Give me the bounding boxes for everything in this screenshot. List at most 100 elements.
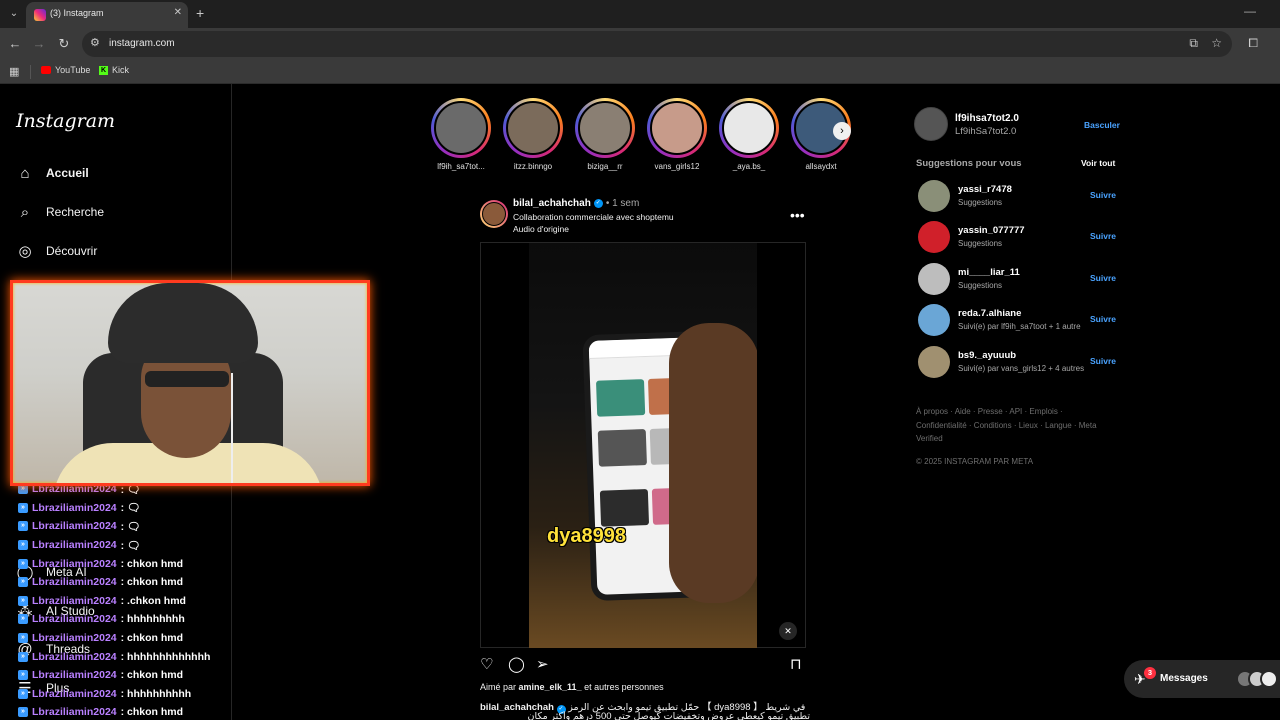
omnibox[interactable]: ⚙ instagram.com ⧉ ☆ bbox=[82, 31, 1232, 57]
verified-badge-icon: ✓ bbox=[593, 199, 603, 208]
messages-label: Messages bbox=[1160, 673, 1208, 684]
install-app-icon[interactable]: ⧉ bbox=[1189, 36, 1198, 51]
switch-account-link[interactable]: Basculer bbox=[1084, 120, 1120, 130]
suggestion-username[interactable]: yassi_r7478 bbox=[958, 184, 1012, 195]
story-item[interactable]: vans_girls12 bbox=[646, 98, 708, 171]
sidebar-item-search[interactable]: ⌕ Recherche bbox=[16, 203, 104, 221]
forward-arrow-icon[interactable]: → bbox=[31, 36, 47, 51]
chat-line: » Lbraziliamin2024: chkon hmd bbox=[18, 666, 238, 685]
bookmark-kick[interactable]: K Kick bbox=[99, 65, 129, 75]
suggestion-username[interactable]: reda.7.alhiane bbox=[958, 308, 1021, 319]
chat-username: Lbraziliamin2024 bbox=[32, 706, 117, 719]
browser-tab[interactable]: (3) Instagram ✕ bbox=[26, 2, 188, 28]
suggestion-avatar[interactable] bbox=[918, 221, 950, 253]
chat-username: Lbraziliamin2024 bbox=[32, 539, 117, 552]
footer-links[interactable]: À propos · Aide · Presse · API · Emplois… bbox=[916, 405, 1106, 446]
extensions-icon[interactable]: ⧠ bbox=[1248, 36, 1258, 51]
reload-icon[interactable]: ↻ bbox=[56, 36, 72, 52]
chat-message: : chkon hmd bbox=[120, 669, 184, 682]
chat-badge-icon: » bbox=[18, 577, 28, 588]
messages-button[interactable]: ✈ 3 Messages bbox=[1124, 660, 1280, 698]
chat-badge-icon: » bbox=[18, 595, 28, 606]
post-collab-label[interactable]: Collaboration commerciale avec shoptemu bbox=[513, 212, 674, 222]
suggestion-item: bs9._ayuuub Suivi(e) par vans_girls12 + … bbox=[918, 346, 1118, 378]
post-header: bilal_achahchah ✓ • 1 sem bbox=[513, 198, 639, 209]
story-item[interactable]: biziga__rr bbox=[574, 98, 636, 171]
video-promo-code: dya8998 bbox=[547, 525, 626, 547]
post-author-avatar[interactable] bbox=[480, 200, 508, 228]
chat-message: : hhhhhhhhhh bbox=[120, 687, 192, 700]
liked-by-user[interactable]: amine_elk_11_ bbox=[519, 682, 582, 692]
current-user-avatar[interactable] bbox=[914, 107, 948, 141]
suggestion-item: mi____liar_11 Suggestions Suivre bbox=[918, 263, 1118, 295]
see-all-link[interactable]: Voir tout bbox=[1081, 158, 1115, 168]
stream-chat-overlay: » Lbraziliamin2024: 🗨 » Lbraziliamin2024: … bbox=[18, 480, 238, 720]
instagram-logo[interactable]: Instagram bbox=[16, 110, 115, 132]
suggestion-reason: Suivi(e) par lf9ih_sa7toot + 1 autre bbox=[958, 322, 1081, 331]
story-username: _aya.bs_ bbox=[732, 162, 766, 171]
post-media[interactable]: dya8998 ✕ bbox=[480, 242, 806, 648]
story-item[interactable]: _aya.bs_ bbox=[718, 98, 780, 171]
mute-icon[interactable]: ✕ bbox=[779, 622, 797, 640]
suggestion-username[interactable]: yassin_077777 bbox=[958, 225, 1025, 236]
post-audio-label[interactable]: Audio d'origine bbox=[513, 224, 569, 234]
chevron-right-icon[interactable]: › bbox=[833, 122, 851, 140]
story-item[interactable]: itzz.binngo bbox=[502, 98, 564, 171]
apps-grid-icon[interactable]: ▦ bbox=[9, 65, 19, 78]
follow-button[interactable]: Suivre bbox=[1090, 356, 1116, 366]
save-bookmark-icon[interactable]: ⊓ bbox=[790, 655, 802, 673]
comment-icon[interactable]: ◯ bbox=[508, 655, 525, 673]
chat-message: : chkon hmd bbox=[120, 576, 184, 589]
tab-title: (3) Instagram bbox=[50, 8, 104, 18]
suggestion-reason: Suggestions bbox=[958, 239, 1003, 248]
suggestion-avatar[interactable] bbox=[918, 180, 950, 212]
current-username[interactable]: lf9ihsa7tot2.0 bbox=[955, 113, 1019, 124]
chat-badge-icon: » bbox=[18, 521, 28, 532]
minimize-window-icon[interactable]: — bbox=[1244, 4, 1256, 18]
webcam-overlay bbox=[10, 280, 370, 486]
suggestion-item: yassi_r7478 Suggestions Suivre bbox=[918, 180, 1118, 212]
follow-button[interactable]: Suivre bbox=[1090, 273, 1116, 283]
post-username[interactable]: bilal_achahchah bbox=[513, 198, 591, 209]
sidebar-item-home[interactable]: ⌂ Accueil bbox=[16, 164, 88, 182]
unread-badge: 3 bbox=[1144, 667, 1156, 679]
suggestion-username[interactable]: mi____liar_11 bbox=[958, 267, 1020, 278]
current-user-fullname: Lf9ihSa7tot2.0 bbox=[955, 126, 1017, 137]
suggestion-avatar[interactable] bbox=[918, 304, 950, 336]
post-video[interactable]: dya8998 bbox=[529, 243, 757, 648]
story-avatar bbox=[719, 98, 779, 158]
like-heart-icon[interactable]: ♡ bbox=[480, 655, 493, 673]
chat-message: : chkon hmd bbox=[120, 632, 184, 645]
share-send-icon[interactable]: ➢ bbox=[536, 655, 549, 673]
post-time[interactable]: • 1 sem bbox=[606, 198, 640, 209]
follow-button[interactable]: Suivre bbox=[1090, 314, 1116, 324]
sidebar-item-explore[interactable]: ◎ Découvrir bbox=[16, 242, 97, 260]
suggestion-reason: Suggestions bbox=[958, 198, 1003, 207]
chat-badge-icon: » bbox=[18, 540, 28, 551]
browser-tab-bar: ⌄ (3) Instagram ✕ + — bbox=[0, 0, 1280, 28]
story-avatar bbox=[431, 98, 491, 158]
chat-badge-icon: » bbox=[18, 651, 28, 662]
follow-button[interactable]: Suivre bbox=[1090, 190, 1116, 200]
chat-badge-icon: » bbox=[18, 558, 28, 569]
site-settings-icon[interactable]: ⚙ bbox=[90, 36, 100, 49]
chat-line: » Lbraziliamin2024: hhhhhhhhhh bbox=[18, 685, 238, 704]
chat-message: : 🗨 bbox=[120, 520, 141, 533]
suggestion-username[interactable]: bs9._ayuuub bbox=[958, 350, 1016, 361]
new-tab-icon[interactable]: + bbox=[196, 5, 204, 21]
follow-button[interactable]: Suivre bbox=[1090, 231, 1116, 241]
more-options-icon[interactable]: ••• bbox=[790, 207, 805, 223]
webcam-glasses bbox=[145, 371, 229, 387]
bookmark-label: YouTube bbox=[55, 65, 91, 75]
likes-suffix[interactable]: et autres personnes bbox=[582, 682, 664, 692]
back-arrow-icon[interactable]: ← bbox=[7, 36, 23, 51]
suggestion-avatar[interactable] bbox=[918, 263, 950, 295]
story-item[interactable]: lf9ih_sa7tot... bbox=[430, 98, 492, 171]
chat-username: Lbraziliamin2024 bbox=[32, 650, 117, 663]
bookmark-star-icon[interactable]: ☆ bbox=[1211, 36, 1222, 50]
chat-line: » Lbraziliamin2024: .chkon hmd bbox=[18, 592, 238, 611]
close-tab-icon[interactable]: ✕ bbox=[174, 7, 182, 18]
tab-search-icon[interactable]: ⌄ bbox=[6, 6, 22, 22]
suggestion-avatar[interactable] bbox=[918, 346, 950, 378]
bookmark-youtube[interactable]: YouTube bbox=[41, 65, 90, 75]
